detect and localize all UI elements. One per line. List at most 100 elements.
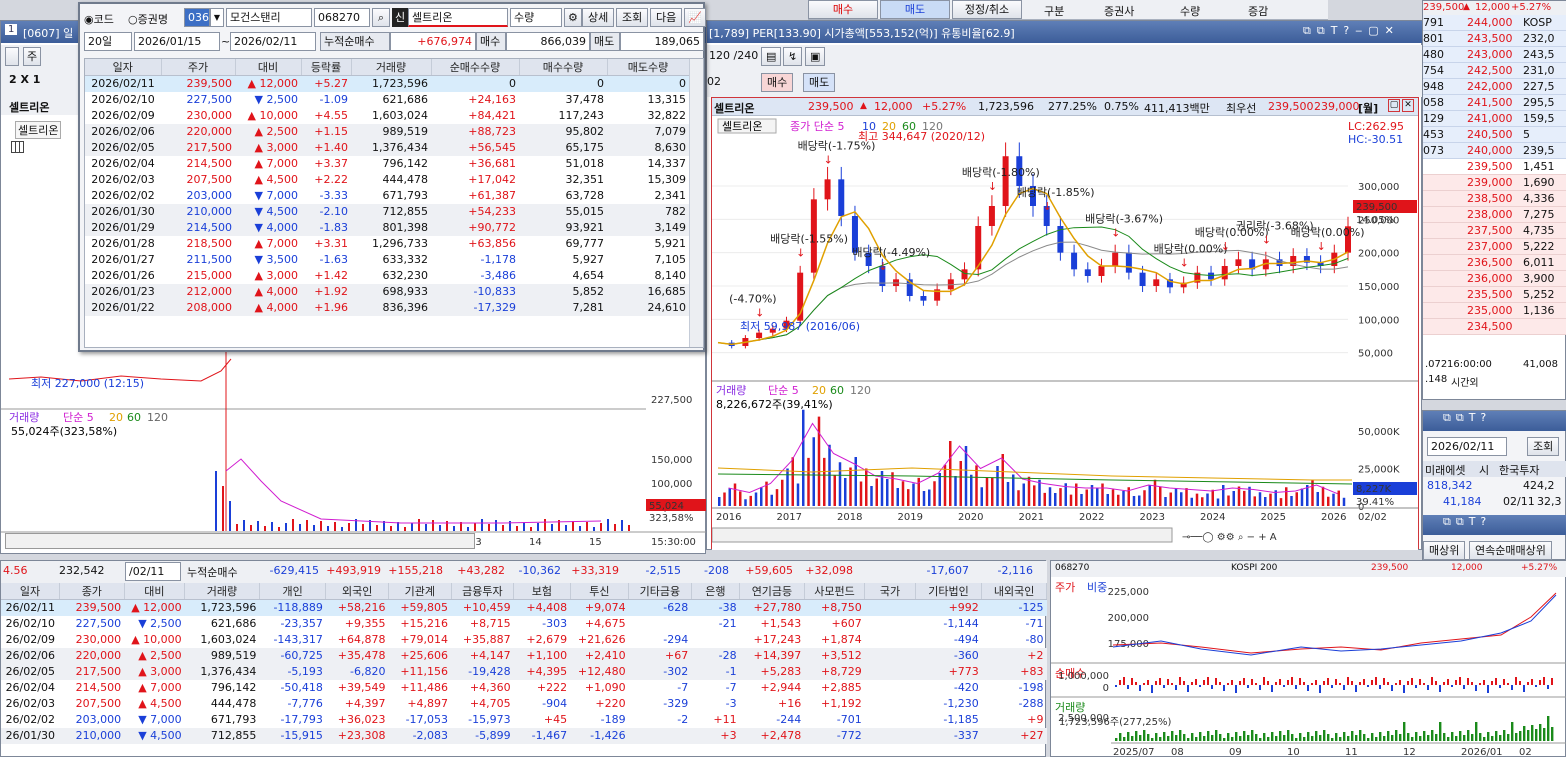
tab-consecutive[interactable]: 연속순매매상위	[1469, 541, 1552, 560]
bid-row[interactable]: 236,000 3,900	[1423, 271, 1566, 287]
ask-row[interactable]: 058 241,500 295,5	[1423, 95, 1566, 111]
search-icon[interactable]: ⌕	[372, 8, 390, 27]
investor-col-header[interactable]: 외국인	[325, 583, 389, 600]
ask-row[interactable]: 754 242,500 231,0	[1423, 63, 1566, 79]
table-row[interactable]: 2026/02/06 220,000 ▲ 2,500 +1.15 989,519 +88,…	[85, 123, 689, 140]
ask-row[interactable]: 948 242,000 227,5	[1423, 79, 1566, 95]
broker-title-bar-2[interactable]: ⧉⧉T?	[1423, 515, 1566, 535]
table-row[interactable]: 2026/02/11 239,500 ▲ 12,000 +5.27 1,723,596 0…	[85, 75, 689, 92]
investor-col-header[interactable]: 종가	[59, 583, 125, 600]
tab-sell[interactable]: 매도	[880, 0, 950, 19]
period-select[interactable]: 20일	[84, 32, 132, 51]
investor-col-header[interactable]: 일자	[1, 583, 61, 600]
table-row[interactable]: 2026/01/29 214,500 ▼ 4,000 -1.83 801,398 +90,…	[85, 219, 689, 236]
chart-close-icon[interactable]: ✕	[1402, 99, 1414, 112]
bid-row[interactable]: 238,000 7,275	[1423, 207, 1566, 223]
table-row[interactable]: 26/02/11 239,500 ▲ 12,000 1,723,596 -118,889…	[1, 599, 1047, 616]
detail-button[interactable]: 상세	[582, 8, 615, 27]
table-row[interactable]: 2026/01/23 212,000 ▲ 4,000 +1.92 698,933 -10,…	[85, 283, 689, 300]
date-to-input[interactable]: 2026/02/11	[230, 32, 316, 51]
save-icon[interactable]: ▣	[805, 47, 826, 66]
investor-col-header[interactable]: 거래량	[184, 583, 260, 600]
table-row[interactable]: 26/02/10 227,500 ▼ 2,500 621,686 -23,357 +9,3…	[1, 616, 1047, 632]
tab-top-traders[interactable]: 매상위	[1423, 541, 1466, 560]
popup-col-header[interactable]: 등락률	[301, 59, 352, 76]
radio-code[interactable]: ◉코드	[84, 11, 114, 27]
popup-scrollbar[interactable]	[689, 59, 703, 347]
bid-row[interactable]: 236,500 6,011	[1423, 255, 1566, 271]
toolbar-icon-1[interactable]: ▤	[761, 47, 782, 66]
table-row[interactable]: 26/01/30 210,000 ▼ 4,500 712,855 -15,915 +23,…	[1, 727, 1047, 744]
table-row[interactable]: 2026/01/22 208,000 ▲ 4,000 +1.96 836,396 -17,…	[85, 299, 689, 316]
bid-row[interactable]: 237,500 4,735	[1423, 223, 1566, 239]
investor-col-header[interactable]: 기관계	[388, 583, 452, 600]
bid-row[interactable]: 235,500 5,252	[1423, 287, 1566, 303]
ask-row[interactable]: 453 240,500 5	[1423, 127, 1566, 143]
popup-col-header[interactable]: 주가	[161, 59, 236, 76]
jumun-button[interactable]: 주	[23, 47, 42, 66]
code-prefix[interactable]: 036	[184, 8, 210, 27]
popup-col-header[interactable]: 순매수수량	[431, 59, 520, 76]
popup-col-header[interactable]: 매수수량	[519, 59, 608, 76]
table-row[interactable]: 2026/02/04 214,500 ▲ 7,000 +3.37 796,142 +36,…	[85, 156, 689, 172]
bid-row[interactable]: 234,500	[1423, 319, 1566, 335]
investor-col-header[interactable]: 연기금등	[739, 583, 805, 600]
investor-col-header[interactable]: 보험	[513, 583, 571, 600]
table-row[interactable]: 2026/01/27 211,500 ▼ 3,500 -1.63 633,332 -1,1…	[85, 252, 689, 268]
table-row[interactable]: 2026/02/02 203,000 ▼ 7,000 -3.33 671,793 +61,…	[85, 188, 689, 204]
left-scrollbar[interactable]	[5, 533, 475, 549]
mid-sell-button[interactable]: 매도	[803, 73, 836, 92]
chart-period[interactable]: [월]	[1358, 100, 1378, 116]
grid-icon[interactable]	[11, 141, 24, 153]
date-from-input[interactable]: 2026/01/15	[134, 32, 220, 51]
investor-col-header[interactable]: 투신	[570, 583, 630, 600]
ask-row[interactable]: 073 240,000 239,5	[1423, 143, 1566, 159]
code-dropdown-icon[interactable]: ▼	[210, 8, 224, 27]
popup-col-header[interactable]: 대비	[235, 59, 302, 76]
investor-col-header[interactable]: 국가	[864, 583, 916, 600]
broker-title-bar[interactable]: ⧉⧉T?	[1423, 411, 1566, 431]
investor-col-header[interactable]: 기타금융	[628, 583, 692, 600]
investor-col-header[interactable]: 개인	[259, 583, 327, 600]
investor-col-header[interactable]: 금융투자	[451, 583, 515, 600]
next-button[interactable]: 다음	[650, 8, 683, 27]
radio-name[interactable]: ○증권명	[128, 11, 168, 27]
investor-col-header[interactable]: 사모펀드	[804, 583, 866, 600]
toolbar-icon-2[interactable]: ↯	[783, 47, 803, 66]
bid-row[interactable]: 239,500 1,451	[1423, 159, 1566, 175]
bid-row[interactable]: 235,000 1,136	[1423, 303, 1566, 319]
popup-col-header[interactable]: 매도수량	[607, 59, 690, 76]
stock-name-field[interactable]: 셀트리온	[408, 8, 508, 27]
broker-date[interactable]: 2026/02/11	[1427, 437, 1507, 456]
chart-restore-icon[interactable]: ▢	[1388, 99, 1400, 112]
ask-row[interactable]: 791 244,000 KOSP	[1423, 15, 1566, 31]
ask-row[interactable]: 480 243,000 243,5	[1423, 47, 1566, 63]
table-row[interactable]: 26/02/06 220,000 ▲ 2,500 989,519 -60,725 +35,…	[1, 647, 1047, 664]
popup-col-header[interactable]: 일자	[85, 59, 162, 76]
table-row[interactable]: 26/02/03 207,500 ▲ 4,500 444,478 -7,776 +4,39…	[1, 696, 1047, 712]
table-row[interactable]: 2026/02/03 207,500 ▲ 4,500 +2.22 444,478 +17,…	[85, 172, 689, 188]
table-row[interactable]: 26/02/05 217,500 ▲ 3,000 1,376,434 -5,193 -6,…	[1, 663, 1047, 680]
layout-button[interactable]	[5, 47, 19, 66]
broker-query-button[interactable]: 조회	[1527, 437, 1560, 456]
settings-icon[interactable]: ⚙	[564, 8, 582, 27]
table-row[interactable]: 26/02/04 214,500 ▲ 7,000 796,142 -50,418 +39,…	[1, 680, 1047, 696]
inv-date[interactable]: /02/11	[125, 562, 181, 581]
tab-buy[interactable]: 매수	[808, 0, 878, 19]
ask-row[interactable]: 801 243,500 232,0	[1423, 31, 1566, 47]
tab-correct[interactable]: 정정/취소	[952, 0, 1022, 19]
table-row[interactable]: 26/02/02 203,000 ▼ 7,000 671,793 -17,793 +36,…	[1, 712, 1047, 728]
investor-col-header[interactable]: 기타법인	[915, 583, 983, 600]
table-row[interactable]: 2026/02/09 230,000 ▲ 10,000 +4.55 1,603,024 +…	[85, 108, 689, 124]
qty-select[interactable]: 수량	[510, 8, 562, 27]
table-row[interactable]: 2026/01/28 218,500 ▲ 7,000 +3.31 1,296,733 +6…	[85, 236, 689, 252]
bid-row[interactable]: 239,000 1,690	[1423, 175, 1566, 191]
window-controls[interactable]: ⧉⧉T?‒▢✕	[1303, 24, 1400, 38]
ask-row[interactable]: 129 241,000 159,5	[1423, 111, 1566, 127]
table-row[interactable]: 26/02/09 230,000 ▲ 10,000 1,603,024 -143,317…	[1, 632, 1047, 648]
table-row[interactable]: 2026/01/26 215,000 ▲ 3,000 +1.42 632,230 -3,4…	[85, 268, 689, 284]
table-row[interactable]: 2026/01/30 210,000 ▼ 4,500 -2.10 712,855 +54,…	[85, 203, 689, 220]
chart-icon[interactable]: 📈	[684, 8, 706, 27]
stock-query-input[interactable]: 모건스탠리	[226, 8, 312, 27]
investor-col-header[interactable]: 대비	[124, 583, 186, 600]
